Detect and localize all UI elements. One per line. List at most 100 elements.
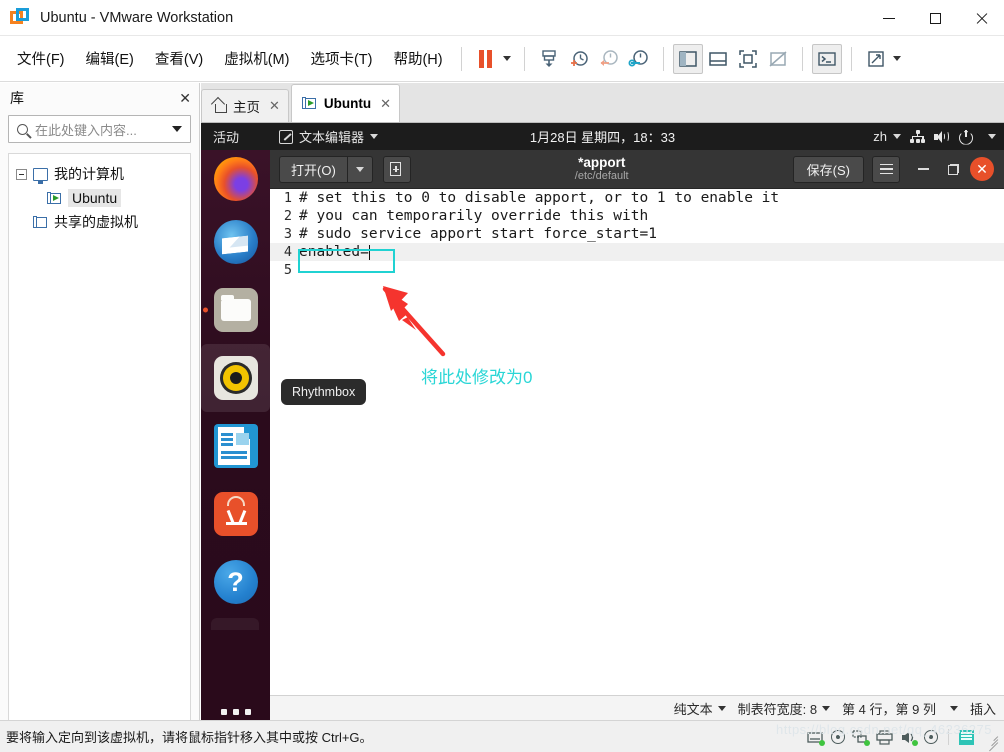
vmware-workstation-window: Ubuntu - VMware Workstation 文件(F) 编辑(E) … — [0, 0, 1004, 752]
open-button[interactable]: 打开(O) — [279, 155, 347, 183]
hard-disk-icon[interactable] — [807, 730, 825, 746]
tab-close-icon[interactable]: ✕ — [269, 98, 280, 114]
search-input[interactable]: 在此处键入内容... — [35, 120, 172, 139]
library-panel: 库 ✕ 在此处键入内容... 我的计算机 Ubuntu 共享的虚拟机 — [0, 83, 200, 728]
gedit-text-area[interactable]: 1 # set this to 0 to disable apport, or … — [270, 189, 1004, 695]
network-adapter-icon[interactable] — [852, 729, 870, 746]
snapshot-revert-icon — [600, 49, 618, 66]
dock-item-files[interactable] — [201, 276, 270, 344]
input-method-indicator[interactable]: zh — [873, 129, 901, 144]
rhythmbox-icon — [213, 356, 258, 400]
snapshot-manager-button[interactable] — [624, 44, 654, 74]
firefox-icon — [213, 157, 258, 201]
vmware-status-bar: 要将输入定向到该虚拟机，请将鼠标指针移入其中或按 Ctrl+G。 — [0, 720, 1004, 752]
dock-item-rhythmbox[interactable] — [201, 344, 270, 412]
chevron-down-icon[interactable] — [172, 126, 182, 132]
usb-icon[interactable] — [924, 730, 938, 744]
cd-dvd-icon[interactable] — [831, 730, 845, 744]
tree-item-ubuntu[interactable]: Ubuntu — [9, 186, 190, 210]
library-search[interactable]: 在此处键入内容... — [8, 115, 191, 143]
monitor-icon — [33, 167, 48, 184]
gedit-minimize-button[interactable] — [910, 156, 936, 183]
dock-item-firefox[interactable] — [201, 150, 270, 208]
chevron-down-icon[interactable] — [892, 56, 901, 61]
window-titlebar: Ubuntu - VMware Workstation — [0, 0, 1004, 36]
text-line: 1 # set this to 0 to disable apport, or … — [270, 189, 1004, 207]
text-line: 3 # sudo service apport start force_star… — [270, 225, 1004, 243]
menu-edit[interactable]: 编辑(E) — [77, 44, 143, 73]
menu-tabs[interactable]: 选项卡(T) — [301, 44, 381, 73]
dock-item-thunderbird[interactable] — [201, 208, 270, 276]
gedit-menu-button[interactable] — [872, 155, 900, 183]
unity-mode-button[interactable] — [763, 44, 793, 74]
bottom-panel-icon — [708, 51, 727, 66]
power-options-button[interactable] — [534, 44, 564, 74]
show-thumbnail-bar-button[interactable] — [703, 44, 733, 74]
menu-file[interactable]: 文件(F) — [8, 44, 74, 73]
library-close-icon[interactable]: ✕ — [179, 90, 191, 107]
show-library-button[interactable] — [672, 43, 703, 74]
cursor-position[interactable]: 第 4 行，第 9 列 — [842, 699, 958, 718]
input-method-label: zh — [873, 129, 887, 144]
printer-icon[interactable] — [876, 729, 893, 745]
vm-running-icon — [47, 191, 62, 205]
dock-item-trash[interactable] — [201, 616, 270, 690]
menu-help[interactable]: 帮助(H) — [384, 44, 451, 73]
menu-vm[interactable]: 虚拟机(M) — [215, 44, 298, 73]
minimize-button[interactable] — [866, 0, 912, 36]
gedit-maximize-button[interactable] — [940, 156, 966, 183]
dock-item-show-apps[interactable] — [201, 690, 270, 720]
suspend-button[interactable] — [471, 44, 501, 74]
dock-item-libreoffice[interactable] — [201, 412, 270, 480]
expand-arrows-icon — [867, 50, 884, 67]
window-controls — [866, 0, 1004, 36]
vm-guest-screen[interactable]: 活动 文本编辑器 1月28日 星期四，18：33 zh 打开(O) *appor… — [201, 123, 1004, 720]
tab-home[interactable]: 主页 ✕ — [201, 89, 289, 122]
document-lines: 1 # set this to 0 to disable apport, or … — [270, 189, 1004, 279]
menu-view[interactable]: 查看(V) — [146, 44, 212, 73]
status-separator — [948, 729, 949, 745]
annotation-arrow — [382, 286, 446, 357]
clock[interactable]: 1月28日 星期四，18：33 — [503, 127, 703, 146]
library-header: 库 ✕ — [0, 83, 199, 113]
system-status-area[interactable]: zh — [873, 123, 996, 150]
gedit-header-bar: 打开(O) *apport /etc/default 保存(S) ✕ — [270, 150, 1004, 189]
line-text: enabled= — [299, 244, 369, 260]
text-line-current: 4 enabled= — [270, 243, 1004, 261]
chevron-down-icon — [988, 134, 996, 139]
help-icon: ? — [213, 560, 258, 604]
fullscreen-icon — [738, 49, 757, 68]
save-button[interactable]: 保存(S) — [792, 155, 864, 183]
power-icon — [959, 129, 973, 144]
annotation-text: 将此处修改为0 — [421, 368, 533, 387]
close-button[interactable] — [958, 0, 1004, 36]
tree-item-my-computer[interactable]: 我的计算机 — [9, 162, 190, 186]
fullscreen-button[interactable] — [733, 44, 763, 74]
open-dropdown-button[interactable] — [346, 155, 373, 183]
language-selector[interactable]: 纯文本 — [674, 699, 726, 718]
resize-grip[interactable] — [984, 730, 999, 752]
console-view-button[interactable] — [811, 43, 842, 74]
sound-card-icon[interactable] — [900, 730, 918, 746]
maximize-button[interactable] — [912, 0, 958, 36]
dock-item-software[interactable] — [201, 480, 270, 548]
tree-item-shared-vms[interactable]: 共享的虚拟机 — [9, 210, 190, 234]
dock-item-help[interactable]: ? — [201, 548, 270, 616]
new-tab-button[interactable] — [382, 155, 411, 183]
terminal-icon — [817, 51, 836, 66]
snapshot-revert-button[interactable] — [594, 44, 624, 74]
gedit-close-button[interactable]: ✕ — [970, 157, 994, 181]
chevron-down-icon — [949, 705, 958, 711]
chevron-down-icon[interactable] — [502, 56, 511, 61]
snapshot-take-button[interactable] — [564, 44, 594, 74]
tab-ubuntu[interactable]: Ubuntu ✕ — [290, 84, 401, 122]
activities-button[interactable]: 活动 — [213, 127, 239, 146]
tab-width-selector[interactable]: 制表符宽度: 8 — [738, 699, 831, 718]
shared-folders-icon[interactable] — [959, 729, 974, 745]
stretch-button[interactable] — [861, 44, 891, 74]
app-menu-button[interactable]: 文本编辑器 — [279, 127, 379, 146]
tab-close-icon[interactable]: ✕ — [380, 96, 391, 112]
snapshot-manager-icon — [628, 49, 648, 66]
unity-mode-icon — [769, 50, 787, 67]
collapse-icon[interactable] — [16, 168, 27, 180]
